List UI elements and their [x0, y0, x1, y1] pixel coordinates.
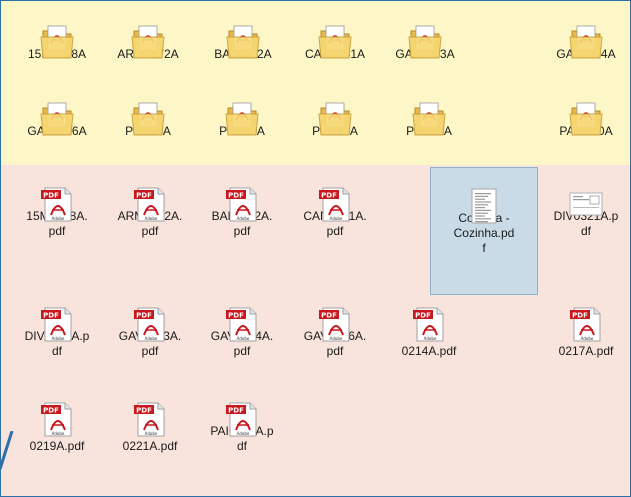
svg-text:Adobe: Adobe: [52, 216, 65, 221]
pdf-file-icon: PDF Adobe: [224, 290, 260, 342]
svg-text:Adobe: Adobe: [424, 336, 437, 341]
corner-arrow-icon: [0, 431, 14, 470]
svg-text:PDF: PDF: [572, 312, 588, 320]
folder-with-pdf-icon: [411, 85, 447, 136]
pdf-item[interactable]: PDF Adobe P 0214A.pdf: [384, 290, 474, 359]
folder-with-pdf-icon: [39, 8, 75, 59]
folder-item[interactable]: GAV0186A: [12, 85, 102, 139]
folder-with-pdf-icon: [317, 85, 353, 136]
svg-text:PDF: PDF: [43, 312, 59, 320]
pdf-file-icon: PDF Adobe: [132, 170, 168, 222]
folder-item[interactable]: P 0214A: [103, 85, 193, 139]
folder-item[interactable]: 15M0328A: [12, 8, 102, 62]
svg-text:PDF: PDF: [136, 312, 152, 320]
pdf-file-icon: PDF Adobe: [132, 385, 168, 437]
pdf-file-icon: PDF Adobe: [411, 290, 447, 342]
folder-with-pdf-icon: [568, 8, 604, 59]
svg-text:PDF: PDF: [228, 407, 244, 415]
pdf-item[interactable]: PDF Adobe ARM0272A. pdf: [105, 170, 195, 239]
folder-with-pdf-icon: [568, 85, 604, 136]
pdf-item[interactable]: PDF Adobe 15M0328A. pdf: [12, 170, 102, 239]
pdf-item[interactable]: PDF Adobe CAN0041A. pdf: [290, 170, 380, 239]
pdf-item[interactable]: PDF Adobe GAV0083A. pdf: [105, 290, 195, 359]
svg-text:Adobe: Adobe: [237, 336, 250, 341]
folder-with-pdf-icon: [317, 8, 353, 59]
folder-item[interactable]: BAL0212A: [198, 8, 288, 62]
svg-text:Adobe: Adobe: [145, 336, 158, 341]
svg-text:PDF: PDF: [321, 192, 337, 200]
svg-text:PDF: PDF: [136, 407, 152, 415]
pdf-file-icon: PDF Adobe: [317, 290, 353, 342]
svg-text:PDF: PDF: [43, 407, 59, 415]
pdf-item[interactable]: PDF Adobe P 0219A.pdf: [12, 385, 102, 454]
pdf-item[interactable]: PDF Adobe DIV0323A.p df: [12, 290, 102, 359]
folder-with-pdf-icon: [224, 85, 260, 136]
svg-text:PDF: PDF: [321, 312, 337, 320]
pdf-file-icon: PDF Adobe: [317, 170, 353, 222]
svg-text:PDF: PDF: [228, 192, 244, 200]
document-thumbnail-icon: [466, 172, 502, 224]
pdf-file-icon: PDF Adobe: [39, 290, 75, 342]
svg-text:Adobe: Adobe: [237, 216, 250, 221]
pdf-item[interactable]: PDF Adobe P 0217A.pdf: [541, 290, 631, 359]
pdf-item[interactable]: DIV0321A.p df: [541, 170, 631, 239]
svg-text:Adobe: Adobe: [145, 431, 158, 436]
selected-file-item[interactable]: Cozinha - Cozinha.pd f: [430, 167, 538, 295]
folder-with-pdf-icon: [407, 8, 443, 59]
folder-item[interactable]: GAV0084A: [541, 8, 631, 62]
svg-text:Adobe: Adobe: [145, 216, 158, 221]
svg-text:PDF: PDF: [415, 312, 431, 320]
svg-text:Adobe: Adobe: [52, 336, 65, 341]
pdf-file-icon: PDF Adobe: [224, 170, 260, 222]
svg-text:Adobe: Adobe: [330, 336, 343, 341]
pdf-file-icon: PDF Adobe: [224, 385, 260, 437]
svg-text:Adobe: Adobe: [52, 431, 65, 436]
svg-text:PDF: PDF: [228, 312, 244, 320]
svg-text:Adobe: Adobe: [330, 216, 343, 221]
pdf-item[interactable]: PDF Adobe GAV0084A. pdf: [197, 290, 287, 359]
svg-text:Adobe: Adobe: [581, 336, 594, 341]
svg-text:PDF: PDF: [136, 192, 152, 200]
folder-with-pdf-icon: [130, 85, 166, 136]
folder-item[interactable]: P 0217A: [197, 85, 287, 139]
folder-with-pdf-icon: [130, 8, 166, 59]
pdf-file-icon: PDF Adobe: [568, 290, 604, 342]
folder-item[interactable]: P 0219A: [290, 85, 380, 139]
pdf-item[interactable]: PDF Adobe PAI0360A.p df: [197, 385, 287, 454]
pdf-file-icon: PDF Adobe: [132, 290, 168, 342]
folder-item[interactable]: ARM0272A: [103, 8, 193, 62]
folder-with-pdf-icon: [225, 8, 261, 59]
folder-item[interactable]: PAI0360A: [541, 85, 631, 139]
folder-item[interactable]: CAN0041A: [290, 8, 380, 62]
svg-text:Adobe: Adobe: [237, 431, 250, 436]
folder-item[interactable]: GAV0083A: [380, 8, 470, 62]
pdf-file-icon: PDF Adobe: [39, 385, 75, 437]
pdf-file-icon: PDF Adobe: [39, 170, 75, 222]
document-thumbnail-icon: [568, 170, 604, 216]
pdf-item[interactable]: PDF Adobe GAV0186A. pdf: [290, 290, 380, 359]
folder-item[interactable]: P 0221A: [384, 85, 474, 139]
pdf-item[interactable]: PDF Adobe P 0221A.pdf: [105, 385, 195, 454]
folder-with-pdf-icon: [39, 85, 75, 136]
svg-text:PDF: PDF: [43, 192, 59, 200]
pdf-item[interactable]: PDF Adobe BAL0212A. pdf: [197, 170, 287, 239]
